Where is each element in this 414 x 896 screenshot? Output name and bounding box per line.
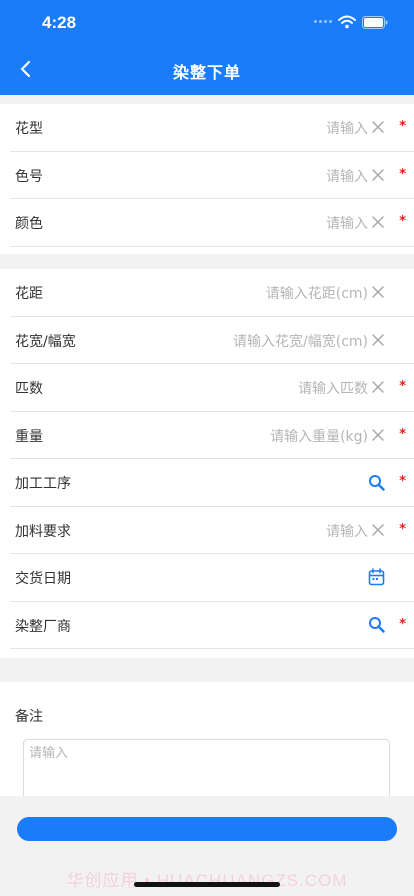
field-input[interactable]: 请输入花距(cm)	[266, 283, 368, 303]
field-label: 加工工序	[15, 476, 71, 492]
form-row: 花型 请输入 *	[10, 104, 414, 152]
remark-section: 备注	[0, 682, 414, 819]
page-title: 染整下单	[172, 63, 241, 82]
close-icon[interactable]	[369, 521, 387, 539]
close-icon[interactable]	[369, 378, 387, 396]
close-icon[interactable]	[369, 213, 387, 231]
search-icon[interactable]	[366, 472, 386, 492]
footer-bar: 华创应用 • HUACHUANGZS.COM	[0, 796, 414, 896]
form-row[interactable]: 交货日期	[10, 554, 414, 602]
field-input[interactable]: 请输入	[326, 213, 368, 233]
status-bar: 4:28	[0, 0, 414, 46]
required-marker: *	[399, 214, 406, 229]
wifi-icon	[338, 15, 356, 29]
form-row: 加料要求 请输入 *	[10, 507, 414, 554]
required-marker: *	[399, 379, 406, 394]
field-label: 加料要求	[15, 523, 71, 540]
field-input[interactable]: 请输入匹数	[298, 378, 368, 398]
form-row: 花距 请输入花距(cm)	[10, 269, 414, 317]
search-icon[interactable]	[366, 615, 386, 635]
form-row: 色号 请输入 *	[10, 152, 414, 199]
required-marker: *	[399, 616, 406, 632]
field-input[interactable]: 请输入	[326, 521, 368, 541]
status-time: 4:28	[42, 13, 77, 32]
close-icon[interactable]	[369, 426, 387, 444]
remark-label: 备注	[15, 709, 43, 725]
close-icon[interactable]	[369, 166, 387, 184]
required-marker: *	[399, 521, 406, 537]
field-label: 花型	[15, 121, 43, 137]
form-row: 颜色 请输入 *	[10, 199, 414, 247]
submit-button[interactable]	[17, 817, 397, 841]
field-label: 花宽/幅宽	[15, 333, 76, 350]
field-label: 色号	[15, 168, 43, 185]
field-label: 重量	[15, 428, 43, 445]
required-marker: *	[399, 119, 406, 134]
field-label: 颜色	[15, 216, 43, 232]
calendar-icon[interactable]	[366, 567, 386, 587]
field-label: 交货日期	[15, 571, 71, 587]
app-header: 4:28 染整下单	[0, 0, 414, 95]
form-row[interactable]: 加工工序 *	[10, 459, 414, 507]
field-label: 染整厂商	[15, 618, 71, 635]
form-row[interactable]: 染整厂商 *	[10, 602, 414, 649]
form-row: 重量 请输入重量(kg) *	[10, 412, 414, 459]
field-input[interactable]: 请输入	[326, 166, 368, 186]
required-marker: *	[399, 474, 406, 489]
battery-icon	[362, 16, 388, 29]
form-row: 花宽/幅宽 请输入花宽/幅宽(cm)	[10, 317, 414, 364]
field-input[interactable]: 请输入重量(kg)	[270, 426, 368, 446]
basic-info-section: 花型 请输入 * 色号 请输入 * 颜色 请输入 *	[0, 104, 414, 254]
cellular-signal-icon	[314, 20, 332, 23]
field-label: 花距	[15, 286, 43, 302]
nav-bar: 染整下单	[0, 46, 414, 94]
detail-info-section: 花距 请输入花距(cm) 花宽/幅宽 请输入花宽/幅宽(cm) 匹数 请输入匹数 * 重量 请输…	[0, 269, 414, 658]
close-icon[interactable]	[369, 118, 387, 136]
close-icon[interactable]	[369, 331, 387, 349]
home-indicator	[134, 882, 280, 887]
field-input[interactable]: 请输入花宽/幅宽(cm)	[233, 331, 368, 351]
field-label: 匹数	[15, 381, 43, 397]
field-input[interactable]: 请输入	[326, 118, 368, 138]
required-marker: *	[399, 426, 406, 442]
form-row: 匹数 请输入匹数 *	[10, 364, 414, 412]
close-icon[interactable]	[369, 283, 387, 301]
required-marker: *	[399, 166, 406, 182]
watermark: 华创应用 • HUACHUANGZS.COM	[66, 871, 348, 890]
